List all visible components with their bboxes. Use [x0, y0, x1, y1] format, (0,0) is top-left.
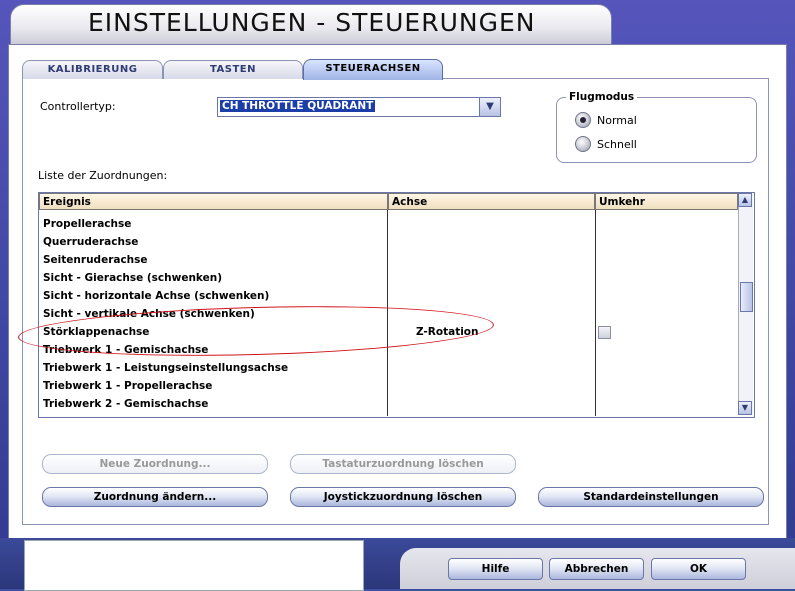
column-divider [387, 210, 388, 416]
table-row-event[interactable]: Triebwerk 1 - Propellerachse [43, 377, 212, 395]
table-row-event[interactable]: Triebwerk 2 - Gemischachse [43, 395, 208, 413]
radio-normal[interactable] [575, 112, 591, 128]
table-row-event[interactable]: Triebwerk 1 - Leistungseinstellungsachse [43, 359, 288, 377]
column-header-axis[interactable]: Achse [388, 193, 595, 210]
controller-type-value: CH THROTTLE QUADRANT [220, 100, 376, 112]
flugmodus-title: Flugmodus [566, 91, 638, 103]
table-row-event[interactable]: Sicht - vertikale Achse (schwenken) [43, 305, 255, 323]
controller-type-dropdown[interactable]: CH THROTTLE QUADRANT ▼ [217, 97, 501, 117]
table-row-event[interactable]: Seitenruderachse [43, 251, 148, 269]
reverse-checkbox[interactable] [598, 326, 611, 339]
defaults-button[interactable]: Standardeinstellungen [538, 487, 764, 507]
scrollbar-thumb[interactable] [740, 282, 753, 312]
column-divider [595, 210, 596, 416]
delete-keyboard-mapping-button[interactable]: Tastaturzuordnung löschen [290, 454, 516, 474]
ok-button[interactable]: OK [651, 558, 746, 580]
delete-joystick-mapping-button[interactable]: Joystickzuordnung löschen [290, 487, 516, 507]
flugmodus-group [556, 97, 757, 163]
table-row-event[interactable]: Propellerachse [43, 215, 131, 233]
chevron-down-icon[interactable]: ▼ [479, 98, 500, 116]
cancel-button[interactable]: Abbrechen [549, 558, 644, 580]
change-mapping-button[interactable]: Zuordnung ändern... [42, 487, 268, 507]
table-row-event[interactable]: Triebwerk 1 - Gemischachse [43, 341, 208, 359]
new-mapping-button[interactable]: Neue Zuordnung... [42, 454, 268, 474]
table-row-event[interactable]: Sicht - horizontale Achse (schwenken) [43, 287, 269, 305]
table-row-event[interactable]: Störklappenachse [43, 323, 149, 341]
tab-tasten[interactable]: TASTEN [163, 60, 303, 79]
table-row-event[interactable]: Querruderachse [43, 233, 138, 251]
controller-type-label: Controllertyp: [40, 100, 116, 113]
scroll-up-icon[interactable]: ▲ [738, 193, 752, 207]
table-row-axis[interactable]: Z-Rotation [416, 323, 479, 341]
scroll-down-icon[interactable]: ▼ [738, 401, 752, 415]
radio-schnell[interactable] [575, 136, 591, 152]
window-title: EINSTELLUNGEN - STEUERUNGEN [88, 8, 536, 37]
column-header-reverse[interactable]: Umkehr [595, 193, 738, 210]
table-row-event[interactable]: Sicht - Gierachse (schwenken) [43, 269, 222, 287]
help-button[interactable]: Hilfe [448, 558, 543, 580]
tab-steuerachsen[interactable]: STEUERACHSEN [303, 59, 443, 80]
tab-kalibrierung[interactable]: KALIBRIERUNG [22, 60, 163, 79]
radio-schnell-label[interactable]: Schnell [597, 138, 637, 151]
bottom-left-panel [24, 540, 364, 591]
mappings-list-label: Liste der Zuordnungen: [38, 169, 168, 182]
column-header-event[interactable]: Ereignis [39, 193, 388, 210]
radio-normal-label[interactable]: Normal [597, 114, 637, 127]
